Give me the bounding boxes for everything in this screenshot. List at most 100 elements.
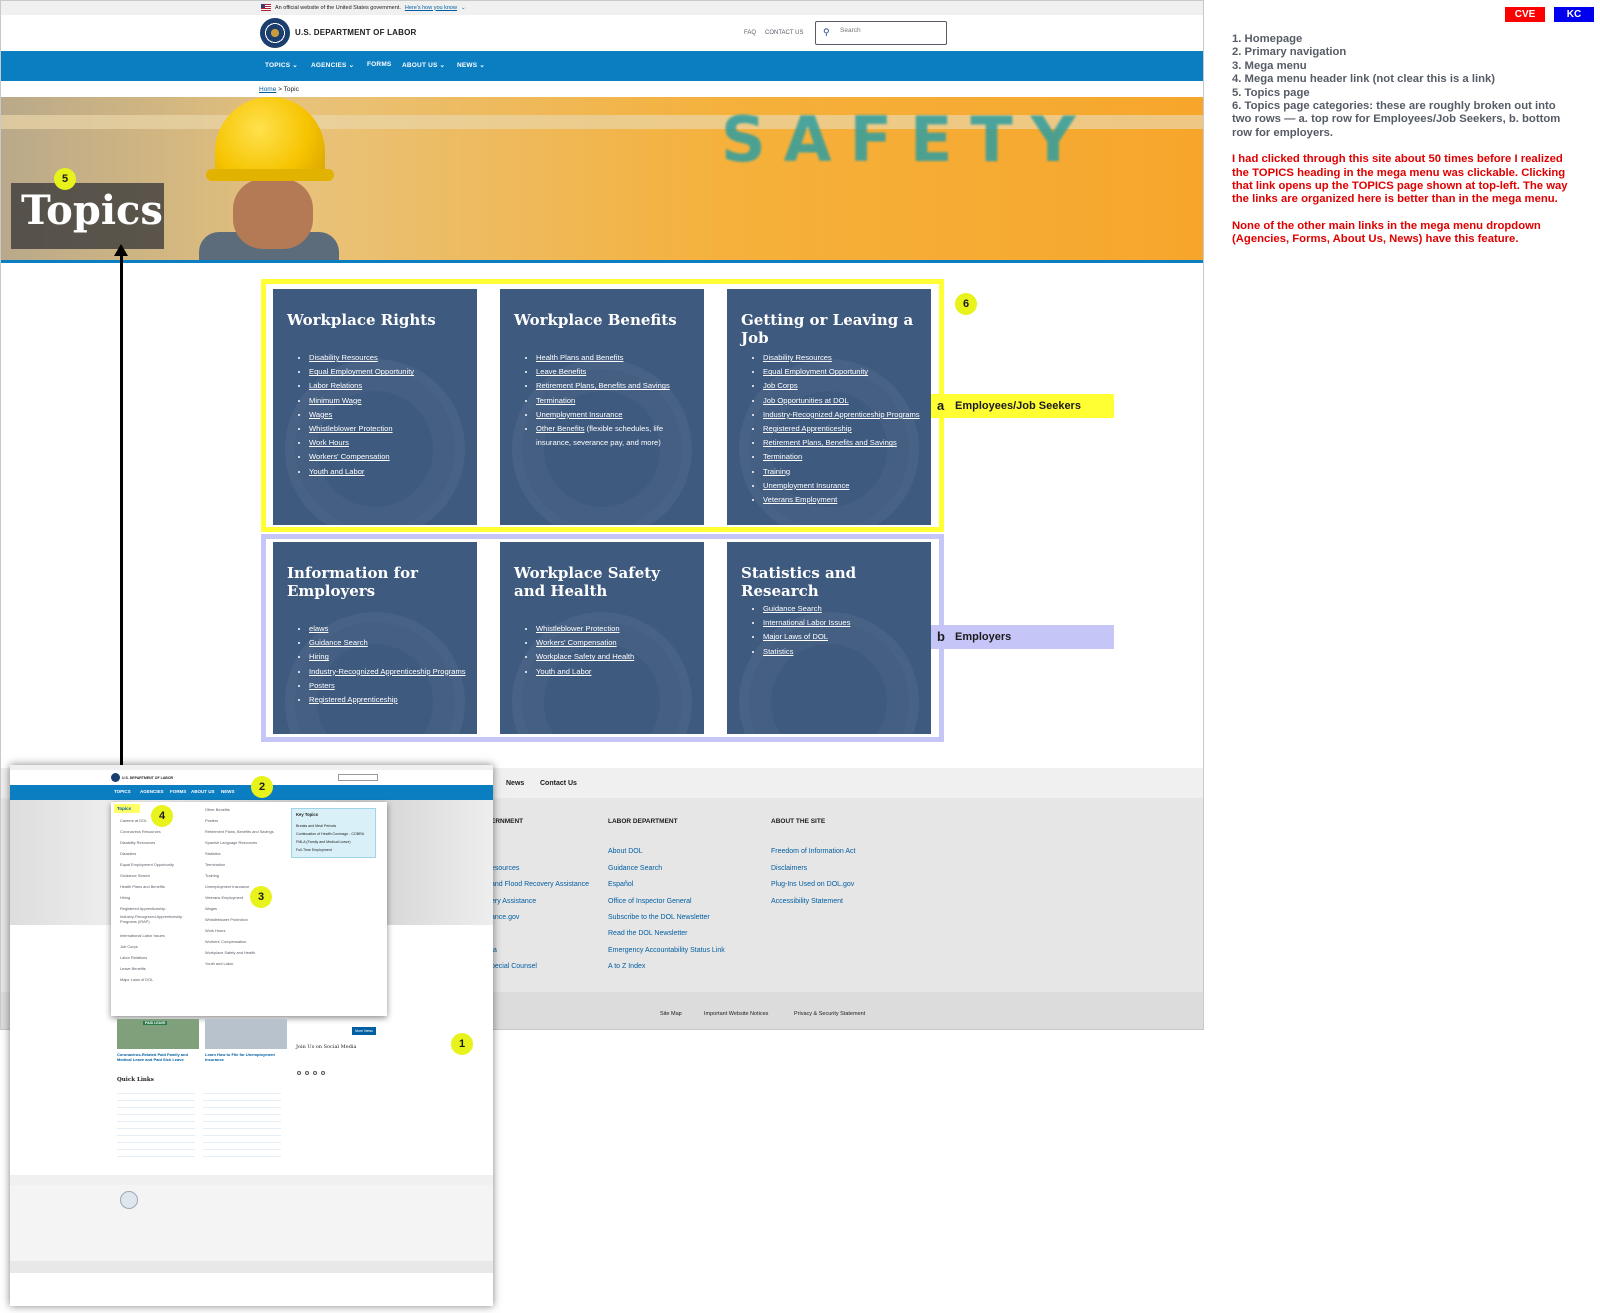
card-link[interactable]: Leave Benefits [536, 367, 586, 376]
card-link[interactable]: Unemployment Insurance [763, 481, 850, 490]
card-link[interactable]: Disability Resources [763, 353, 832, 362]
card-link[interactable]: Job Corps [763, 381, 798, 390]
footer-link[interactable]: Plug-Ins Used on DOL.gov [771, 881, 854, 888]
footer-link[interactable]: Guidance Search [608, 865, 662, 872]
card-link[interactable]: Health Plans and Benefits [536, 353, 623, 362]
mega-menu-item[interactable]: Termination [205, 859, 285, 870]
card-link[interactable]: Hiring [309, 652, 329, 661]
card-link[interactable]: International Labor Issues [763, 618, 850, 627]
card-link[interactable]: Other Benefits [536, 424, 585, 433]
mega-menu-item[interactable]: International Labor Issues [120, 930, 200, 941]
more-news-button[interactable]: More News [352, 1027, 376, 1035]
card-link[interactable]: Whistleblower Protection [536, 624, 620, 633]
card-link[interactable]: Workers' Compensation [536, 638, 617, 647]
mega-menu-item[interactable]: Statistics [205, 848, 285, 859]
card-link[interactable]: Whistleblower Protection [309, 424, 393, 433]
card-link[interactable]: Industry-Recognized Apprenticeship Progr… [309, 667, 466, 676]
card-link[interactable]: Wages [309, 410, 332, 419]
key-topic-item[interactable]: Breaks and Meal Periods [296, 824, 336, 828]
mega-menu-item[interactable]: Posters [205, 815, 285, 826]
card-link[interactable]: Statistics [763, 647, 793, 656]
footer-link[interactable]: ance.gov [491, 914, 519, 921]
mega-menu-item[interactable]: Retirement Plans, Benefits and Savings [205, 826, 285, 837]
mega-menu-item[interactable]: Spanish Language Resources [205, 837, 285, 848]
card-link[interactable]: Posters [309, 681, 335, 690]
mega-menu-item[interactable]: Registered Apprenticeship [120, 903, 200, 914]
card-link[interactable]: Unemployment Insurance [536, 410, 623, 419]
footer-sitemap-link[interactable]: Site Map [660, 1011, 682, 1017]
email-icon[interactable] [321, 1071, 325, 1075]
footer-link[interactable]: Disclaimers [771, 865, 807, 872]
footer-link[interactable]: Subscribe to the DOL Newsletter [608, 914, 710, 921]
footer-link[interactable]: ery Assistance [491, 898, 536, 905]
thumb-nav-topics[interactable]: TOPICS [114, 789, 131, 794]
agency-name[interactable]: U.S. DEPARTMENT OF LABOR [295, 28, 417, 37]
card-link[interactable]: Labor Relations [309, 381, 362, 390]
footer-link[interactable]: Read the DOL Newsletter [608, 930, 688, 937]
mega-menu-item[interactable]: Industry-Recognized Apprenticeship Progr… [120, 914, 200, 930]
mega-menu-item[interactable]: Guidance Search [120, 870, 200, 881]
search-icon[interactable]: ⚲ [823, 27, 830, 38]
footer-link[interactable]: Office of Inspector General [608, 898, 692, 905]
mega-menu-item[interactable]: Other Benefits [205, 804, 285, 815]
card-link[interactable]: Youth and Labor [309, 467, 364, 476]
mega-menu-item[interactable]: Wages [205, 903, 285, 914]
card-link[interactable]: Youth and Labor [536, 667, 591, 676]
footer-link[interactable]: Freedom of Information Act [771, 848, 855, 855]
footer-link[interactable]: pecial Counsel [491, 963, 537, 970]
contact-us-link[interactable]: CONTACT US [765, 30, 803, 36]
footer-nav-news[interactable]: News [506, 780, 524, 787]
card-link[interactable]: Equal Employment Opportunity [763, 367, 868, 376]
mega-menu-item[interactable]: Coronavirus Resources [120, 826, 200, 837]
card-link[interactable]: Workers' Compensation [309, 452, 390, 461]
nav-news[interactable]: NEWS ⌄ [457, 61, 485, 69]
nav-agencies[interactable]: AGENCIES ⌄ [311, 61, 354, 69]
card-link[interactable]: Retirement Plans, Benefits and Savings [536, 381, 670, 390]
card-link[interactable]: Guidance Search [309, 638, 368, 647]
key-topic-item[interactable]: Full-Time Employment [296, 848, 332, 852]
mega-menu-item[interactable]: Job Corps [120, 941, 200, 952]
mega-menu-item[interactable]: Workplace Safety and Health [205, 947, 285, 958]
mega-menu-item[interactable]: Youth and Labor [205, 958, 285, 969]
mega-menu-item[interactable]: Equal Employment Opportunity [120, 859, 200, 870]
card-link[interactable]: Veterans Employment [763, 495, 837, 504]
thumb-search-input[interactable] [338, 774, 378, 781]
mega-menu-topics-link[interactable]: Topics [114, 804, 140, 813]
card-link[interactable]: Guidance Search [763, 604, 822, 613]
mega-menu-item[interactable]: Labor Relations [120, 952, 200, 963]
mega-menu-item[interactable]: Disability Resources [120, 837, 200, 848]
search-input[interactable] [840, 27, 940, 34]
thumb-nav-news[interactable]: NEWS [221, 789, 235, 794]
card-link[interactable]: Training [763, 467, 790, 476]
thumb-nav-about[interactable]: ABOUT US [191, 789, 215, 794]
card-link[interactable]: Termination [763, 452, 802, 461]
mega-menu-item[interactable]: Work Hours [205, 925, 285, 936]
footer-link[interactable]: and Flood Recovery Assistance [491, 881, 589, 888]
key-topic-item[interactable]: FMLA (Family and Medical Leave) [296, 840, 351, 844]
faq-link[interactable]: FAQ [744, 30, 756, 36]
footer-link[interactable]: A to Z Index [608, 963, 645, 970]
search-field[interactable]: ⚲ [815, 21, 947, 45]
instagram-icon[interactable] [313, 1071, 317, 1075]
card-link[interactable]: Registered Apprenticeship [309, 695, 398, 704]
footer-link[interactable]: esources [491, 865, 519, 872]
gov-banner-link[interactable]: Here's how you know [405, 5, 457, 11]
key-topic-item[interactable]: Continuation of Health Coverage - COBRA [296, 832, 364, 836]
nav-about[interactable]: ABOUT US ⌄ [402, 61, 445, 69]
facebook-icon[interactable] [297, 1071, 301, 1075]
mega-menu-item[interactable]: Leave Benefits [120, 963, 200, 974]
breadcrumb-home[interactable]: Home [259, 86, 276, 93]
thumb-nav-forms[interactable]: FORMS [170, 789, 186, 794]
footer-notices-link[interactable]: Important Website Notices [704, 1011, 768, 1017]
card-link[interactable]: Workplace Safety and Health [536, 652, 634, 661]
thumb-agency[interactable]: U.S. DEPARTMENT OF LABOR [122, 776, 173, 780]
card-link[interactable]: Minimum Wage [309, 396, 361, 405]
dol-seal-logo[interactable] [111, 773, 120, 782]
twitter-icon[interactable] [305, 1071, 309, 1075]
mega-menu-item[interactable]: Disasters [120, 848, 200, 859]
footer-link[interactable]: About DOL [608, 848, 643, 855]
footer-link[interactable]: Emergency Accountability Status Link [608, 947, 725, 954]
mega-menu-item[interactable]: Unemployment Insurance [205, 881, 285, 892]
card-link[interactable]: Major Laws of DOL [763, 632, 828, 641]
footer-privacy-link[interactable]: Privacy & Security Statement [794, 1011, 865, 1017]
